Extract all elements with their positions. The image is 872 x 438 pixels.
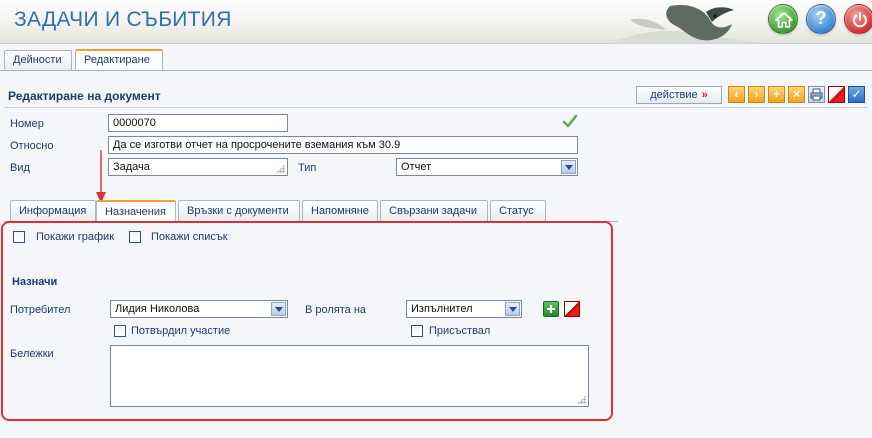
confirmed-participation-checkbox[interactable]	[114, 325, 126, 337]
user-value: Лидия Николова	[115, 303, 200, 315]
role-select[interactable]: Изпълнител	[406, 300, 522, 318]
tab-information[interactable]: Информация	[10, 200, 96, 221]
action-button[interactable]: действие»	[636, 86, 722, 104]
show-list-label: Покажи списък	[151, 231, 228, 243]
assign-heading: Назначи	[12, 276, 58, 288]
tab-edit[interactable]: Редактиране	[75, 49, 163, 70]
section-title: Редактиране на документ	[8, 89, 161, 103]
delete-button[interactable]: ×	[788, 86, 805, 103]
help-icon: ?	[815, 8, 827, 28]
help-button[interactable]: ?	[806, 4, 836, 34]
app-header: ЗАДАЧИ И СЪБИТИЯ ?	[0, 0, 872, 44]
app-title: ЗАДАЧИ И СЪБИТИЯ	[14, 8, 232, 31]
cancel-button[interactable]	[828, 86, 845, 103]
chevron-down-icon	[505, 302, 520, 316]
add-assignment-button[interactable]	[543, 301, 559, 317]
notes-label: Бележки	[10, 348, 54, 360]
tab-document-links[interactable]: Връзки с документи	[178, 200, 300, 221]
add-button[interactable]: +	[768, 86, 785, 103]
header-decoration	[612, 4, 763, 43]
number-field[interactable]: 0000070	[108, 114, 288, 132]
role-label: В ролята на	[305, 304, 367, 316]
number-label: Номер	[10, 118, 44, 130]
show-schedule-checkbox[interactable]	[13, 231, 25, 243]
type-select[interactable]: Отчет	[396, 158, 578, 176]
tab-status[interactable]: Статус	[490, 200, 546, 221]
chevron-down-icon	[561, 160, 576, 174]
notes-field[interactable]	[110, 345, 589, 407]
power-icon	[853, 12, 867, 28]
sub-tab-divider	[4, 221, 618, 222]
print-icon	[810, 88, 823, 101]
red-arrow-annotation	[96, 150, 106, 203]
logout-button[interactable]	[844, 4, 872, 34]
tab-activities[interactable]: Дейности	[4, 50, 72, 70]
show-list-checkbox[interactable]	[129, 231, 141, 243]
home-button[interactable]	[768, 4, 798, 34]
resize-grip-icon	[276, 164, 285, 173]
previous-button[interactable]: ‹	[728, 86, 745, 103]
type-value: Отчет	[401, 161, 432, 173]
top-tab-divider	[0, 70, 872, 71]
tab-related-tasks[interactable]: Свързани задачи	[380, 200, 488, 221]
kind-value: Задача	[113, 161, 150, 173]
section-divider	[4, 107, 868, 108]
attended-label: Присъствал	[429, 325, 491, 337]
tab-assignments[interactable]: Назначения	[96, 200, 176, 221]
remove-assignment-button[interactable]	[564, 301, 580, 317]
resize-grip-icon	[577, 395, 586, 404]
home-icon	[775, 12, 793, 28]
next-button[interactable]: ›	[748, 86, 765, 103]
confirmed-participation-label: Потвърдил участие	[131, 325, 231, 337]
attended-checkbox[interactable]	[411, 325, 423, 337]
user-select[interactable]: Лидия Николова	[110, 300, 288, 318]
role-value: Изпълнител	[411, 303, 473, 315]
show-schedule-label: Покажи график	[36, 231, 115, 243]
confirm-button[interactable]: ✓	[848, 86, 865, 103]
subject-field[interactable]: Да се изготви отчет на просрочените взем…	[108, 136, 578, 154]
checkmark-icon	[562, 114, 578, 128]
kind-label: Вид	[10, 162, 30, 174]
user-label: Потребител	[10, 304, 71, 316]
kind-field[interactable]: Задача	[108, 158, 288, 176]
subject-label: Относно	[10, 140, 54, 152]
double-chevron-icon: »	[701, 89, 708, 101]
type-label: Тип	[298, 162, 317, 174]
tab-reminder[interactable]: Напомняне	[302, 200, 378, 221]
chevron-down-icon	[271, 302, 286, 316]
print-button[interactable]	[808, 86, 825, 103]
action-label: действие	[650, 89, 698, 101]
